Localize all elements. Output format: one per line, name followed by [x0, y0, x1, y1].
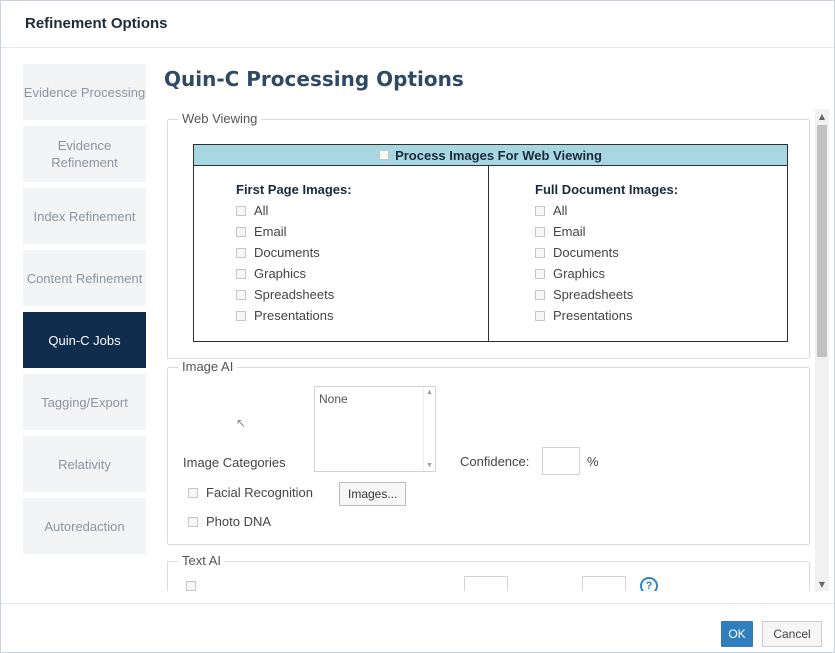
cancel-button[interactable]: Cancel [762, 621, 822, 647]
sidebar-item-relativity[interactable]: Relativity [23, 436, 146, 492]
full-doc-option-documents[interactable]: Documents [535, 242, 787, 263]
full-doc-option-all[interactable]: All [535, 200, 787, 221]
facial-recognition-checkbox[interactable] [188, 487, 198, 498]
facial-recognition-option[interactable]: Facial Recognition [188, 485, 313, 500]
options-scrollbar[interactable]: ▲ ▼ [815, 109, 829, 591]
option-label: Graphics [254, 266, 307, 281]
listbox-selected-value: None [319, 392, 348, 406]
image-categories-label: Image Categories [183, 455, 286, 470]
option-label: Email [553, 224, 586, 239]
sidebar-item-evidence-processing[interactable]: Evidence Processing [23, 64, 146, 120]
refinement-options-dialog: Refinement Options Evidence Processing E… [0, 0, 835, 653]
scroll-up-icon[interactable]: ▲ [426, 389, 433, 396]
photo-dna-label: Photo DNA [206, 514, 272, 529]
sidebar-item-autoredaction[interactable]: Autoredaction [23, 498, 146, 554]
confidence-input[interactable] [542, 447, 580, 475]
checkbox[interactable] [236, 268, 246, 279]
text-ai-input-2[interactable] [582, 576, 626, 591]
web-viewing-group: Web Viewing Process Images For Web Viewi… [167, 111, 810, 359]
full-doc-option-email[interactable]: Email [535, 221, 787, 242]
option-label: Spreadsheets [254, 287, 335, 302]
full-doc-option-presentations[interactable]: Presentations [535, 305, 787, 326]
title-divider [1, 47, 834, 48]
option-label: Graphics [553, 266, 606, 281]
full-doc-option-spreadsheets[interactable]: Spreadsheets [535, 284, 787, 305]
checkbox[interactable] [236, 289, 246, 300]
facial-recognition-label: Facial Recognition [206, 485, 313, 500]
first-page-option-all[interactable]: All [236, 200, 488, 221]
images-button[interactable]: Images... [339, 482, 407, 506]
web-viewing-table: Process Images For Web Viewing First Pag… [193, 144, 788, 342]
option-label: Spreadsheets [553, 287, 634, 302]
option-label: All [553, 203, 568, 218]
first-page-option-documents[interactable]: Documents [236, 242, 488, 263]
first-page-option-presentations[interactable]: Presentations [236, 305, 488, 326]
checkbox[interactable] [236, 310, 246, 321]
ok-button[interactable]: OK [721, 621, 753, 647]
sidebar-item-evidence-refinement[interactable]: Evidence Refinement [23, 126, 146, 182]
image-ai-group: Image AI ↖ None ▲ ▼ Image Categories Con… [167, 359, 810, 545]
first-page-option-spreadsheets[interactable]: Spreadsheets [236, 284, 488, 305]
text-ai-row: ? [186, 576, 658, 591]
listbox-scrollbar[interactable]: ▲ ▼ [423, 387, 435, 471]
sidebar-item-tagging-export[interactable]: Tagging/Export [23, 374, 146, 430]
sidebar: Evidence Processing Evidence Refinement … [23, 64, 146, 560]
process-images-header: Process Images For Web Viewing [194, 145, 787, 166]
checkbox[interactable] [535, 226, 545, 237]
checkbox[interactable] [535, 268, 545, 279]
checkbox[interactable] [236, 226, 246, 237]
process-images-checkbox[interactable] [379, 150, 390, 160]
full-document-images-title: Full Document Images: [535, 182, 679, 197]
mouse-cursor-icon: ↖ [236, 416, 247, 430]
option-label: Documents [254, 245, 320, 260]
option-label: Presentations [254, 308, 334, 323]
checkbox[interactable] [535, 247, 545, 258]
option-label: Documents [553, 245, 619, 260]
text-ai-input-1[interactable] [464, 576, 508, 591]
first-page-option-graphics[interactable]: Graphics [236, 263, 488, 284]
checkbox[interactable] [535, 289, 545, 300]
checkbox[interactable] [535, 205, 545, 216]
options-scroll-area: Web Viewing Process Images For Web Viewi… [164, 109, 829, 591]
scroll-down-icon[interactable]: ▼ [426, 462, 433, 469]
sidebar-item-quin-c-jobs[interactable]: Quin-C Jobs [23, 312, 146, 368]
text-ai-group: Text AI ? [167, 553, 810, 591]
full-document-images-column: Full Document Images: All Email Document… [488, 166, 787, 341]
web-viewing-legend: Web Viewing [178, 111, 262, 126]
image-categories-listbox[interactable]: None ▲ ▼ [314, 386, 436, 472]
option-label: Email [254, 224, 287, 239]
text-ai-checkbox[interactable] [186, 581, 196, 591]
option-label: Presentations [553, 308, 633, 323]
help-icon[interactable]: ? [640, 577, 658, 591]
first-page-option-email[interactable]: Email [236, 221, 488, 242]
full-doc-option-graphics[interactable]: Graphics [535, 263, 787, 284]
checkbox[interactable] [535, 310, 545, 321]
checkbox[interactable] [236, 205, 246, 216]
page-title: Quin-C Processing Options [164, 67, 464, 91]
confidence-label: Confidence: [460, 454, 530, 469]
photo-dna-option[interactable]: Photo DNA [188, 514, 271, 529]
footer-divider [1, 603, 834, 604]
scrollbar-thumb[interactable] [817, 125, 827, 357]
text-ai-legend: Text AI [178, 553, 226, 568]
confidence-unit: % [587, 454, 599, 469]
sidebar-item-content-refinement[interactable]: Content Refinement [23, 250, 146, 306]
checkbox[interactable] [236, 247, 246, 258]
sidebar-item-index-refinement[interactable]: Index Refinement [23, 188, 146, 244]
process-images-label: Process Images For Web Viewing [395, 147, 602, 163]
image-ai-legend: Image AI [178, 359, 238, 374]
photo-dna-checkbox[interactable] [188, 516, 198, 527]
first-page-images-title: First Page Images: [236, 182, 352, 197]
first-page-images-column: First Page Images: All Email Documents G… [194, 166, 488, 341]
scroll-down-arrow-icon[interactable]: ▼ [815, 577, 829, 591]
scroll-up-arrow-icon[interactable]: ▲ [815, 109, 829, 123]
option-label: All [254, 203, 269, 218]
dialog-title: Refinement Options [25, 15, 168, 32]
